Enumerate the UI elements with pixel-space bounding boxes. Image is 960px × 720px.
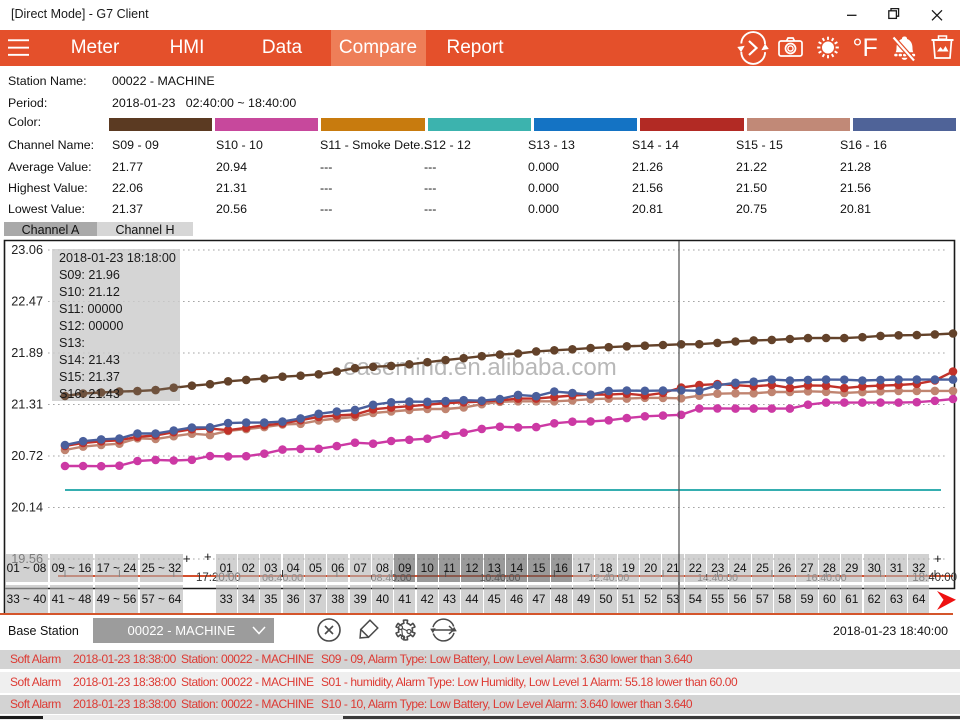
svg-text:21.31: 21.31 xyxy=(11,398,43,412)
svg-text:23.06: 23.06 xyxy=(11,243,43,257)
svg-text:21.89: 21.89 xyxy=(11,346,43,360)
svg-text:°F: °F xyxy=(853,34,878,62)
svg-text:20.14: 20.14 xyxy=(11,501,43,515)
svg-text:20.72: 20.72 xyxy=(11,449,43,463)
svg-text:22.47: 22.47 xyxy=(11,295,43,309)
